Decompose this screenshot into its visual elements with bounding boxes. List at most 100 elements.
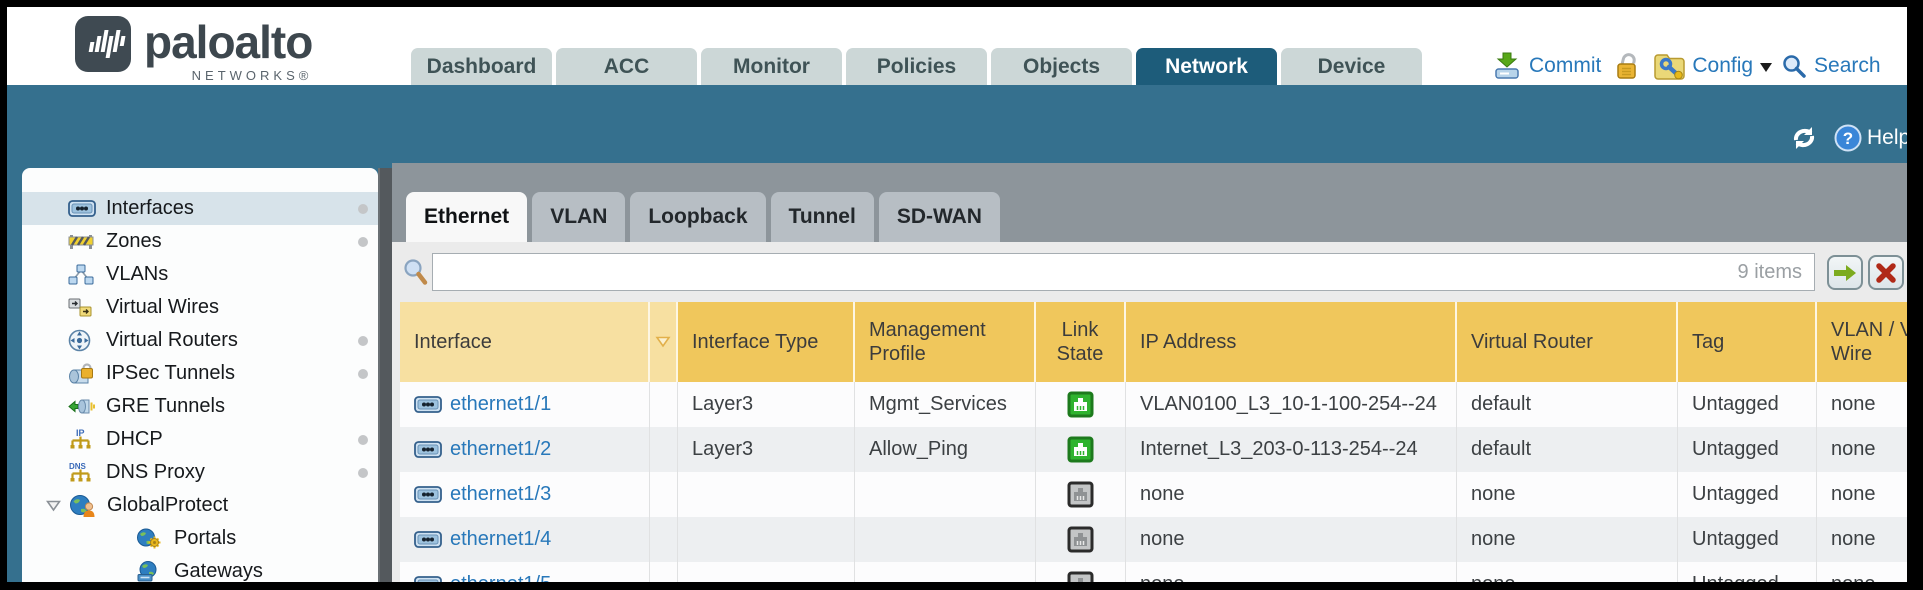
interface-link[interactable]: ethernet1/1 bbox=[450, 393, 551, 416]
col-vlan-wire[interactable]: VLAN / Virtual Wire bbox=[1817, 302, 1907, 382]
tab-device[interactable]: Device bbox=[1281, 48, 1422, 85]
teal-toolbar: ? Help bbox=[1788, 124, 1910, 152]
help-button[interactable]: ? Help bbox=[1834, 124, 1910, 152]
ethernet-port-icon bbox=[414, 486, 442, 503]
brand-name: paloalto bbox=[144, 16, 312, 68]
table-row[interactable]: ethernet1/2 Layer3 Allow_Ping Internet_L… bbox=[400, 427, 1907, 472]
sort-cell bbox=[650, 472, 678, 517]
table-row[interactable]: ethernet1/1 Layer3 Mgmt_Services VLAN010… bbox=[400, 382, 1907, 427]
col-link-state[interactable]: Link State bbox=[1036, 302, 1126, 382]
search-button[interactable]: Search bbox=[1781, 53, 1881, 79]
ip-address-cell: VLAN0100_L3_10-1-100-254--24 bbox=[1126, 382, 1457, 427]
subtab-sdwan[interactable]: SD-WAN bbox=[879, 192, 1000, 242]
virtual-router-cell: none bbox=[1457, 562, 1678, 590]
link-state-cell bbox=[1036, 517, 1126, 562]
filter-input[interactable] bbox=[445, 261, 1738, 284]
sidebar-item-label: VLANs bbox=[106, 263, 168, 286]
search-label: Search bbox=[1814, 54, 1881, 78]
sidebar-item-zones[interactable]: Zones bbox=[22, 225, 378, 258]
tab-network[interactable]: Network bbox=[1136, 48, 1277, 85]
svg-text:?: ? bbox=[1843, 129, 1853, 148]
tag-cell: Untagged bbox=[1678, 427, 1817, 472]
commit-button[interactable]: Commit bbox=[1492, 52, 1601, 80]
config-menu[interactable]: Config bbox=[1654, 52, 1772, 80]
sidebar-item-interfaces[interactable]: Interfaces bbox=[22, 192, 378, 225]
col-interface-type[interactable]: Interface Type bbox=[678, 302, 855, 382]
tag-cell: Untagged bbox=[1678, 472, 1817, 517]
interface-cell: ethernet1/2 bbox=[400, 427, 650, 472]
ip-address-cell: Internet_L3_203-0-113-254--24 bbox=[1126, 427, 1457, 472]
virtual-router-cell: none bbox=[1457, 472, 1678, 517]
interface-link[interactable]: ethernet1/3 bbox=[450, 483, 551, 506]
status-dot bbox=[358, 336, 368, 346]
sidebar-item-vlans[interactable]: VLANs bbox=[22, 258, 378, 291]
col-tag[interactable]: Tag bbox=[1678, 302, 1817, 382]
interface-link[interactable]: ethernet1/5 bbox=[450, 573, 551, 590]
mgmt-profile-cell: Allow_Ping bbox=[855, 427, 1036, 472]
help-label: Help bbox=[1867, 126, 1910, 150]
status-dot bbox=[358, 468, 368, 478]
main-content: Ethernet VLAN Loopback Tunnel SD-WAN 9 i… bbox=[392, 163, 1907, 590]
subtab-vlan[interactable]: VLAN bbox=[532, 192, 625, 242]
table-row[interactable]: ethernet1/3 none none Untagged none bbox=[400, 472, 1907, 517]
subtab-loopback[interactable]: Loopback bbox=[630, 192, 765, 242]
sidebar-item-virtual-routers[interactable]: Virtual Routers bbox=[22, 324, 378, 357]
sidebar-item-virtual-wires[interactable]: Virtual Wires bbox=[22, 291, 378, 324]
table-row[interactable]: ethernet1/4 none none Untagged none bbox=[400, 517, 1907, 562]
sort-triangle-icon bbox=[655, 336, 671, 348]
col-virtual-router[interactable]: Virtual Router bbox=[1457, 302, 1678, 382]
sidebar-item-label: Zones bbox=[106, 230, 162, 253]
interface-link[interactable]: ethernet1/2 bbox=[450, 438, 551, 461]
lock-icon[interactable] bbox=[1614, 51, 1641, 81]
sidebar-list: Interfaces Zones VLANs bbox=[22, 192, 378, 588]
interface-link[interactable]: ethernet1/4 bbox=[450, 528, 551, 551]
apply-filter-button[interactable] bbox=[1827, 255, 1863, 290]
virtual-wires-icon bbox=[68, 298, 93, 317]
sidebar-item-label: Portals bbox=[174, 527, 236, 550]
virtual-routers-icon bbox=[68, 329, 91, 352]
interface-cell: ethernet1/1 bbox=[400, 382, 650, 427]
ip-address-cell: none bbox=[1126, 472, 1457, 517]
table-row[interactable]: ethernet1/5 none none Untagged none bbox=[400, 562, 1907, 590]
vlans-icon bbox=[68, 264, 94, 285]
network-sidebar: Interfaces Zones VLANs bbox=[22, 168, 378, 590]
tab-dashboard[interactable]: Dashboard bbox=[411, 48, 552, 85]
refresh-icon[interactable] bbox=[1788, 125, 1820, 151]
sidebar-item-globalprotect[interactable]: GlobalProtect bbox=[22, 489, 378, 522]
tab-objects[interactable]: Objects bbox=[991, 48, 1132, 85]
config-label: Config bbox=[1692, 54, 1753, 78]
interface-type-cell bbox=[678, 517, 855, 562]
sidebar-item-gre-tunnels[interactable]: GRE Tunnels bbox=[22, 390, 378, 423]
col-sort-dropdown[interactable] bbox=[650, 302, 678, 382]
sidebar-item-ipsec-tunnels[interactable]: IPSec Tunnels bbox=[22, 357, 378, 390]
col-management-profile[interactable]: Management Profile bbox=[855, 302, 1036, 382]
sort-cell bbox=[650, 382, 678, 427]
collapse-triangle-icon[interactable] bbox=[46, 500, 61, 512]
col-ip-address[interactable]: IP Address bbox=[1126, 302, 1457, 382]
interface-cell: ethernet1/4 bbox=[400, 517, 650, 562]
vlan-wire-cell: none bbox=[1817, 562, 1907, 590]
sidebar-item-portals[interactable]: Portals bbox=[22, 522, 378, 555]
filter-search-icon bbox=[402, 257, 429, 286]
clear-filter-button[interactable] bbox=[1868, 255, 1904, 290]
sidebar-item-dhcp[interactable]: IP DHCP bbox=[22, 423, 378, 456]
subtab-tunnel[interactable]: Tunnel bbox=[771, 192, 874, 242]
status-dot bbox=[358, 204, 368, 214]
tag-cell: Untagged bbox=[1678, 382, 1817, 427]
subtab-ethernet[interactable]: Ethernet bbox=[406, 192, 527, 242]
col-interface[interactable]: Interface bbox=[400, 302, 650, 382]
svg-text:DNS: DNS bbox=[69, 462, 87, 471]
search-icon bbox=[1781, 53, 1807, 79]
link-state-down-icon bbox=[1067, 526, 1094, 553]
tab-policies[interactable]: Policies bbox=[846, 48, 987, 85]
tab-monitor[interactable]: Monitor bbox=[701, 48, 842, 85]
interface-subtabs: Ethernet VLAN Loopback Tunnel SD-WAN bbox=[406, 192, 1000, 242]
ethernet-table: Interface Interface Type Management Prof… bbox=[400, 302, 1907, 590]
dns-proxy-icon: DNS bbox=[68, 461, 93, 484]
dhcp-icon: IP bbox=[68, 428, 93, 451]
tab-acc[interactable]: ACC bbox=[556, 48, 697, 85]
sidebar-item-label: GRE Tunnels bbox=[106, 395, 225, 418]
sidebar-item-gateways[interactable]: Gateways bbox=[22, 555, 378, 588]
sidebar-item-dns-proxy[interactable]: DNS DNS Proxy bbox=[22, 456, 378, 489]
sidebar-splitter[interactable] bbox=[378, 168, 392, 590]
